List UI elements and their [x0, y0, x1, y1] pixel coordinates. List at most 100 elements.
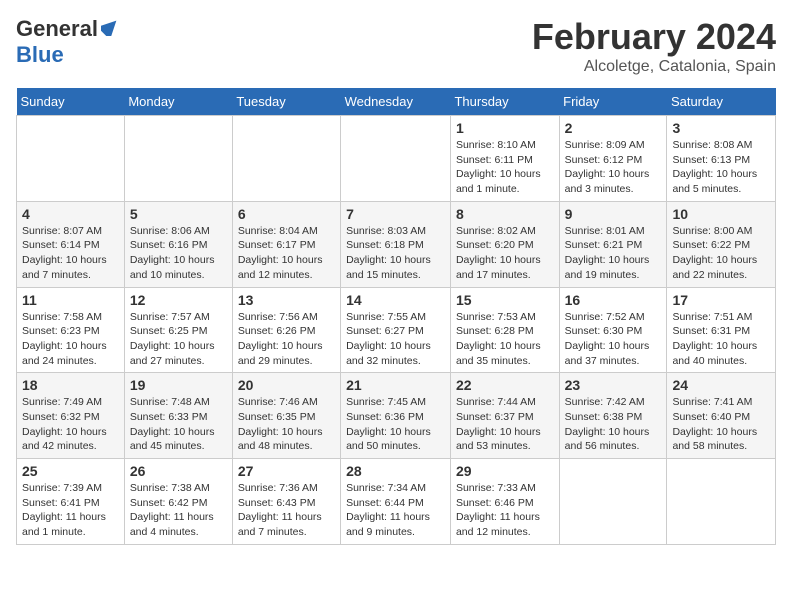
- col-saturday: Saturday: [667, 88, 776, 116]
- table-row: 11 Sunrise: 7:58 AMSunset: 6:23 PMDayligh…: [17, 287, 125, 373]
- day-info: Sunrise: 8:06 AMSunset: 6:16 PMDaylight:…: [130, 224, 227, 283]
- title-section: February 2024 Alcoletge, Catalonia, Spai…: [532, 16, 776, 76]
- day-info: Sunrise: 7:49 AMSunset: 6:32 PMDaylight:…: [22, 395, 119, 454]
- col-thursday: Thursday: [450, 88, 559, 116]
- col-monday: Monday: [124, 88, 232, 116]
- calendar-week-3: 11 Sunrise: 7:58 AMSunset: 6:23 PMDayligh…: [17, 287, 776, 373]
- calendar-week-4: 18 Sunrise: 7:49 AMSunset: 6:32 PMDayligh…: [17, 373, 776, 459]
- day-info: Sunrise: 7:48 AMSunset: 6:33 PMDaylight:…: [130, 395, 227, 454]
- table-row: 13Sunrise: 7:56 AMSunset: 6:26 PMDayligh…: [232, 287, 340, 373]
- day-info: Sunrise: 7:51 AMSunset: 6:31 PMDaylight:…: [672, 310, 770, 369]
- table-row: 26Sunrise: 7:38 AMSunset: 6:42 PMDayligh…: [124, 459, 232, 545]
- page-header: General Blue February 2024 Alcoletge, Ca…: [16, 16, 776, 76]
- day-info: Sunrise: 8:04 AMSunset: 6:17 PMDaylight:…: [238, 224, 335, 283]
- table-row: 25 Sunrise: 7:39 AMSunset: 6:41 PMDayligh…: [17, 459, 125, 545]
- day-number: 28: [346, 463, 445, 479]
- table-row: 12 Sunrise: 7:57 AMSunset: 6:25 PMDayligh…: [124, 287, 232, 373]
- table-row: 16Sunrise: 7:52 AMSunset: 6:30 PMDayligh…: [559, 287, 667, 373]
- day-info: Sunrise: 8:09 AMSunset: 6:12 PMDaylight:…: [565, 138, 662, 197]
- table-row: 10 Sunrise: 8:00 AMSunset: 6:22 PMDayligh…: [667, 201, 776, 287]
- day-number: 18: [22, 377, 119, 393]
- day-number: 25: [22, 463, 119, 479]
- table-row: [124, 116, 232, 202]
- day-number: 20: [238, 377, 335, 393]
- day-number: 5: [130, 206, 227, 222]
- day-number: 9: [565, 206, 662, 222]
- table-row: [17, 116, 125, 202]
- table-row: [667, 459, 776, 545]
- day-info: Sunrise: 7:55 AMSunset: 6:27 PMDaylight:…: [346, 310, 445, 369]
- month-title: February 2024: [532, 16, 776, 58]
- table-row: 15 Sunrise: 7:53 AMSunset: 6:28 PMDayligh…: [450, 287, 559, 373]
- table-row: 28Sunrise: 7:34 AMSunset: 6:44 PMDayligh…: [341, 459, 451, 545]
- day-info: Sunrise: 8:10 AMSunset: 6:11 PMDaylight:…: [456, 138, 554, 197]
- day-info: Sunrise: 7:44 AMSunset: 6:37 PMDaylight:…: [456, 395, 554, 454]
- day-info: Sunrise: 7:41 AMSunset: 6:40 PMDaylight:…: [672, 395, 770, 454]
- table-row: 1 Sunrise: 8:10 AMSunset: 6:11 PMDaylight…: [450, 116, 559, 202]
- logo: General Blue: [16, 16, 119, 68]
- table-row: 29 Sunrise: 7:33 AMSunset: 6:46 PMDayligh…: [450, 459, 559, 545]
- day-info: Sunrise: 7:45 AMSunset: 6:36 PMDaylight:…: [346, 395, 445, 454]
- day-info: Sunrise: 7:53 AMSunset: 6:28 PMDaylight:…: [456, 310, 554, 369]
- table-row: 19 Sunrise: 7:48 AMSunset: 6:33 PMDayligh…: [124, 373, 232, 459]
- day-number: 3: [672, 120, 770, 136]
- calendar-week-2: 4 Sunrise: 8:07 AMSunset: 6:14 PMDaylight…: [17, 201, 776, 287]
- table-row: [559, 459, 667, 545]
- day-number: 12: [130, 292, 227, 308]
- calendar-header-row: Sunday Monday Tuesday Wednesday Thursday…: [17, 88, 776, 116]
- day-info: Sunrise: 7:52 AMSunset: 6:30 PMDaylight:…: [565, 310, 662, 369]
- day-info: Sunrise: 8:07 AMSunset: 6:14 PMDaylight:…: [22, 224, 119, 283]
- logo-triangle-icon: [101, 18, 119, 41]
- col-wednesday: Wednesday: [341, 88, 451, 116]
- table-row: 5 Sunrise: 8:06 AMSunset: 6:16 PMDaylight…: [124, 201, 232, 287]
- day-number: 24: [672, 377, 770, 393]
- table-row: 8 Sunrise: 8:02 AMSunset: 6:20 PMDaylight…: [450, 201, 559, 287]
- day-number: 27: [238, 463, 335, 479]
- day-number: 19: [130, 377, 227, 393]
- table-row: 9 Sunrise: 8:01 AMSunset: 6:21 PMDaylight…: [559, 201, 667, 287]
- day-number: 11: [22, 292, 119, 308]
- calendar-table: Sunday Monday Tuesday Wednesday Thursday…: [16, 88, 776, 545]
- table-row: 20 Sunrise: 7:46 AMSunset: 6:35 PMDayligh…: [232, 373, 340, 459]
- day-number: 6: [238, 206, 335, 222]
- day-number: 21: [346, 377, 445, 393]
- day-info: Sunrise: 7:42 AMSunset: 6:38 PMDaylight:…: [565, 395, 662, 454]
- location: Alcoletge, Catalonia, Spain: [532, 58, 776, 76]
- day-info: Sunrise: 8:00 AMSunset: 6:22 PMDaylight:…: [672, 224, 770, 283]
- day-number: 7: [346, 206, 445, 222]
- col-sunday: Sunday: [17, 88, 125, 116]
- table-row: 22 Sunrise: 7:44 AMSunset: 6:37 PMDayligh…: [450, 373, 559, 459]
- day-number: 15: [456, 292, 554, 308]
- table-row: 24 Sunrise: 7:41 AMSunset: 6:40 PMDayligh…: [667, 373, 776, 459]
- day-number: 10: [672, 206, 770, 222]
- table-row: [341, 116, 451, 202]
- day-info: Sunrise: 7:33 AMSunset: 6:46 PMDaylight:…: [456, 481, 554, 540]
- day-number: 14: [346, 292, 445, 308]
- day-info: Sunrise: 8:02 AMSunset: 6:20 PMDaylight:…: [456, 224, 554, 283]
- table-row: 14 Sunrise: 7:55 AMSunset: 6:27 PMDayligh…: [341, 287, 451, 373]
- day-number: 29: [456, 463, 554, 479]
- day-info: Sunrise: 7:58 AMSunset: 6:23 PMDaylight:…: [22, 310, 119, 369]
- day-info: Sunrise: 8:01 AMSunset: 6:21 PMDaylight:…: [565, 224, 662, 283]
- table-row: 21 Sunrise: 7:45 AMSunset: 6:36 PMDayligh…: [341, 373, 451, 459]
- day-number: 8: [456, 206, 554, 222]
- day-number: 17: [672, 292, 770, 308]
- col-friday: Friday: [559, 88, 667, 116]
- day-info: Sunrise: 7:46 AMSunset: 6:35 PMDaylight:…: [238, 395, 335, 454]
- table-row: [232, 116, 340, 202]
- day-info: Sunrise: 7:57 AMSunset: 6:25 PMDaylight:…: [130, 310, 227, 369]
- logo-general: General: [16, 16, 98, 42]
- table-row: 3 Sunrise: 8:08 AMSunset: 6:13 PMDaylight…: [667, 116, 776, 202]
- table-row: 6 Sunrise: 8:04 AMSunset: 6:17 PMDaylight…: [232, 201, 340, 287]
- day-number: 22: [456, 377, 554, 393]
- day-number: 26: [130, 463, 227, 479]
- day-number: 4: [22, 206, 119, 222]
- table-row: 17 Sunrise: 7:51 AMSunset: 6:31 PMDayligh…: [667, 287, 776, 373]
- day-info: Sunrise: 7:56 AMSunset: 6:26 PMDaylight:…: [238, 310, 335, 369]
- table-row: 23Sunrise: 7:42 AMSunset: 6:38 PMDayligh…: [559, 373, 667, 459]
- day-number: 1: [456, 120, 554, 136]
- calendar-week-1: 1 Sunrise: 8:10 AMSunset: 6:11 PMDaylight…: [17, 116, 776, 202]
- day-info: Sunrise: 8:08 AMSunset: 6:13 PMDaylight:…: [672, 138, 770, 197]
- day-info: Sunrise: 7:39 AMSunset: 6:41 PMDaylight:…: [22, 481, 119, 540]
- calendar-week-5: 25 Sunrise: 7:39 AMSunset: 6:41 PMDayligh…: [17, 459, 776, 545]
